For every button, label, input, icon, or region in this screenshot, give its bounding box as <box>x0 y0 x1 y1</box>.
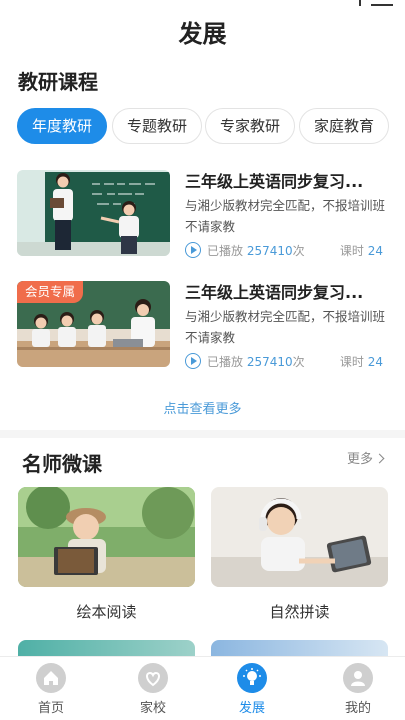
play-count: 257410 <box>246 355 293 369</box>
course-meta: 已播放 257410次 课时 24 <box>185 241 385 259</box>
play-count: 257410 <box>246 244 293 258</box>
course-description: 与湘少版教材完全匹配，不报培训班不请家教 <box>185 309 386 345</box>
teacher-course-label: 绘本阅读 <box>76 603 137 621</box>
chevron-right-icon <box>374 453 385 464</box>
tabbar-label: 家校 <box>139 701 166 716</box>
course-item[interactable]: 三年级上英语同步复习... 与湘少版教材完全匹配，不报培训班不请家教 已播放 2… <box>17 170 387 270</box>
teachers-more-button[interactable]: 更多 <box>346 448 385 467</box>
battery-icon <box>371 0 393 6</box>
tab-topic-research[interactable]: 专题教研 <box>112 108 202 144</box>
more-label: 更多 <box>346 452 373 467</box>
teacher-course-label: 自然拼读 <box>269 603 330 621</box>
teacher-course-card[interactable] <box>211 487 388 587</box>
course-title: 三年级上英语同步复习... <box>185 172 364 191</box>
user-icon <box>343 663 373 693</box>
course-meta: 已播放 257410次 课时 24 <box>185 352 385 370</box>
lessons-label: 课时 <box>339 244 364 258</box>
vip-badge: 会员专属 <box>17 281 84 303</box>
signal-icon <box>353 0 361 6</box>
tab-annual-research[interactable]: 年度教研 <box>17 108 107 144</box>
tab-family-education[interactable]: 家庭教育 <box>299 108 389 144</box>
tabbar-item-develop[interactable]: 发展 <box>220 663 284 719</box>
course-description: 与湘少版教材完全匹配，不报培训班不请家教 <box>185 198 386 234</box>
home-icon <box>36 663 66 693</box>
tabbar-item-mine[interactable]: 我的 <box>326 663 390 719</box>
course-title: 三年级上英语同步复习... <box>185 283 364 302</box>
bottom-tab-bar: 首页 家校 发展 我的 <box>0 656 405 720</box>
tab-expert-research[interactable]: 专家教研 <box>205 108 295 144</box>
status-bar <box>0 0 405 14</box>
played-prefix: 已播放 <box>207 355 244 369</box>
view-more-link[interactable]: 点击查看更多 <box>0 398 405 417</box>
tabbar-label: 我的 <box>344 701 371 716</box>
lessons-count: 24 <box>367 355 383 369</box>
play-icon <box>185 242 201 258</box>
played-prefix: 已播放 <box>207 244 244 258</box>
course-thumbnail: 会员专属 <box>17 281 170 367</box>
section-divider <box>0 430 405 438</box>
course-item[interactable]: 会员专属 三年级上英语同步复习... 与湘少版教材完全匹配，不报培训班不请家教 … <box>17 281 387 381</box>
lessons-label: 课时 <box>339 355 364 369</box>
tabbar-label: 发展 <box>238 701 265 716</box>
played-suffix: 次 <box>292 355 305 369</box>
teacher-course-card[interactable] <box>18 487 195 587</box>
heart-icon <box>138 663 168 693</box>
tabbar-item-school[interactable]: 家校 <box>121 663 185 719</box>
course-thumbnail <box>17 170 170 256</box>
tabbar-label: 首页 <box>37 701 64 716</box>
research-section-title: 教研课程 <box>18 70 98 94</box>
lessons-count: 24 <box>367 244 383 258</box>
teachers-section-title: 名师微课 <box>22 452 102 476</box>
play-icon <box>185 353 201 369</box>
page-title: 发展 <box>178 20 227 48</box>
bulb-icon <box>237 663 267 693</box>
tabbar-item-home[interactable]: 首页 <box>19 663 83 719</box>
played-suffix: 次 <box>292 244 305 258</box>
